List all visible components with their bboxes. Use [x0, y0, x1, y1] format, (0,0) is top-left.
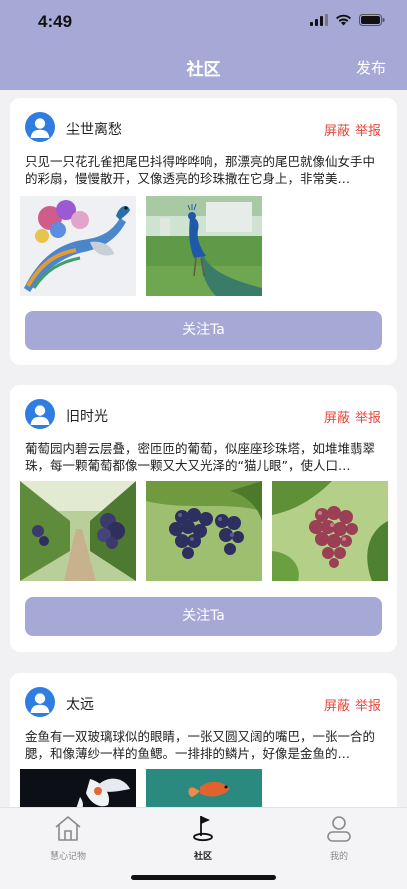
publish-button[interactable]: 发布	[356, 57, 386, 78]
user-avatar-icon	[30, 118, 50, 138]
avatar[interactable]	[25, 112, 55, 142]
post-content: 葡萄园内碧云层叠，密匝匝的葡萄，似座座珍珠塔，如堆堆翡翠珠，每一颗葡萄都像一颗又…	[25, 441, 376, 473]
tab-label-home: 慧心记物	[49, 852, 86, 862]
user-avatar-icon	[30, 693, 50, 713]
page-title: 社区	[186, 60, 221, 80]
home-icon	[55, 816, 81, 841]
post-image-goldfish-teal[interactable]	[146, 769, 262, 807]
post-card: 太远 屏蔽 举报 金鱼有一双玻璃球似的眼睛，一张又圆又阔的嘴巴，一张一合的腮，和…	[10, 673, 397, 807]
golf-flag-icon	[193, 816, 213, 842]
post-image-red-grape-cluster[interactable]	[272, 481, 388, 581]
nav-header: 4:49 社区 发布	[0, 0, 407, 90]
block-button[interactable]: 屏蔽	[324, 407, 350, 426]
user-avatar-icon	[30, 405, 50, 425]
post-image-goldfish-dark[interactable]	[20, 769, 136, 807]
avatar[interactable]	[25, 399, 55, 429]
tab-profile[interactable]: 我的	[299, 814, 379, 862]
post-image-dark-grape-cluster[interactable]	[146, 481, 262, 581]
post-content: 只见一只花孔雀把尾巴抖得哗哗响，那漂亮的尾巴就像仙女手中的彩扇，慢慢散开，又像透…	[25, 154, 376, 186]
post-username[interactable]: 太远	[66, 694, 94, 714]
person-icon	[327, 816, 351, 842]
post-image-peacock-painting[interactable]	[20, 196, 136, 296]
report-button[interactable]: 举报	[355, 695, 381, 714]
post-content: 金鱼有一双玻璃球似的眼睛，一张又圆又阔的嘴巴，一张一合的腮，和像薄纱一样的鱼鳃。…	[25, 729, 376, 761]
tab-label-profile: 我的	[329, 852, 348, 862]
follow-button[interactable]: 关注Ta	[25, 311, 382, 350]
tab-community[interactable]: 社区	[163, 814, 243, 862]
status-icons	[310, 14, 385, 26]
post-card: 旧时光 屏蔽 举报 葡萄园内碧云层叠，密匝匝的葡萄，似座座珍珠塔，如堆堆翡翠珠，…	[10, 385, 397, 652]
follow-button[interactable]: 关注Ta	[25, 597, 382, 636]
status-time: 4:49	[38, 12, 73, 31]
post-username[interactable]: 尘世离愁	[66, 119, 122, 139]
post-image-vineyard-row[interactable]	[20, 481, 136, 581]
avatar[interactable]	[25, 687, 55, 717]
battery-icon	[359, 14, 385, 26]
post-card: 尘世离愁 屏蔽 举报 只见一只花孔雀把尾巴抖得哗哗响，那漂亮的尾巴就像仙女手中的…	[10, 98, 397, 365]
block-button[interactable]: 屏蔽	[324, 120, 350, 139]
tab-home[interactable]: 慧心记物	[28, 814, 108, 862]
tab-label-community: 社区	[193, 852, 212, 862]
post-feed[interactable]: 尘世离愁 屏蔽 举报 只见一只花孔雀把尾巴抖得哗哗响，那漂亮的尾巴就像仙女手中的…	[0, 90, 407, 807]
wifi-icon	[336, 14, 351, 26]
post-image-peacock-on-grass[interactable]	[146, 196, 262, 296]
report-button[interactable]: 举报	[355, 407, 381, 426]
status-bar: 4:49	[0, 0, 407, 44]
signal-icon	[310, 14, 328, 26]
home-indicator[interactable]	[131, 875, 276, 880]
post-username[interactable]: 旧时光	[66, 406, 108, 426]
block-button[interactable]: 屏蔽	[324, 695, 350, 714]
report-button[interactable]: 举报	[355, 120, 381, 139]
